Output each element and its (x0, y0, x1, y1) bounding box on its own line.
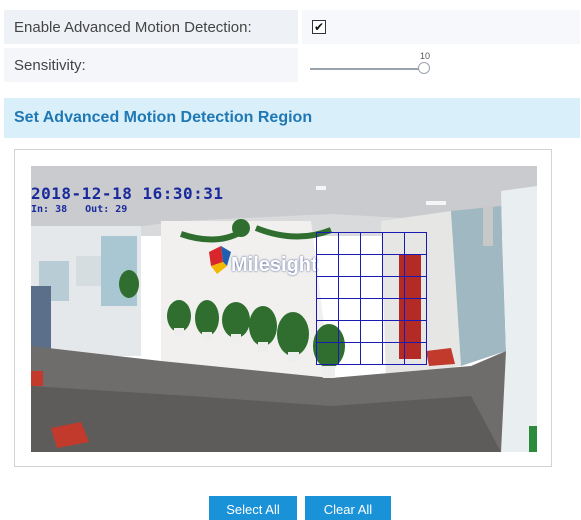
region-grid-cell[interactable] (317, 233, 339, 255)
sensitivity-value: 10 (302, 48, 580, 82)
region-grid-cell[interactable] (383, 343, 405, 365)
region-grid-cell[interactable] (383, 299, 405, 321)
enable-motion-value: ✔ (302, 10, 580, 44)
osd-out-count: Out: 29 (85, 204, 128, 215)
osd-timestamp: 2018-12-18 16:30:31 (31, 184, 224, 203)
region-actions: Select All Clear All (209, 496, 391, 520)
region-grid-cell[interactable] (383, 233, 405, 255)
camera-preview[interactable]: 2018-12-18 16:30:31 In: 38 Out: 29 Miles… (31, 166, 537, 452)
enable-motion-row: Enable Advanced Motion Detection: ✔ (4, 10, 580, 44)
region-grid-cell[interactable] (405, 233, 427, 255)
slider-track[interactable] (310, 68, 424, 70)
region-grid-cell[interactable] (317, 343, 339, 365)
check-icon: ✔ (313, 20, 325, 34)
select-all-button[interactable]: Select All (209, 496, 297, 520)
region-grid-cell[interactable] (317, 255, 339, 277)
detection-region-grid[interactable] (316, 232, 427, 365)
milesight-logo-text: Milesight (231, 254, 318, 276)
osd-people-count: In: 38 Out: 29 (31, 204, 139, 215)
sensitivity-slider[interactable]: 10 (310, 51, 430, 78)
region-grid-cell[interactable] (405, 321, 427, 343)
sensitivity-label: Sensitivity: (4, 48, 298, 82)
slider-handle[interactable] (418, 62, 430, 74)
region-grid-cell[interactable] (405, 277, 427, 299)
region-grid-cell[interactable] (361, 277, 383, 299)
enable-motion-label: Enable Advanced Motion Detection: (4, 10, 298, 44)
enable-motion-checkbox[interactable]: ✔ (312, 20, 326, 34)
region-grid-cell[interactable] (361, 343, 383, 365)
region-grid-cell[interactable] (339, 233, 361, 255)
region-grid-cell[interactable] (383, 255, 405, 277)
region-grid-cell[interactable] (317, 321, 339, 343)
region-grid-cell[interactable] (405, 343, 427, 365)
sensitivity-row: Sensitivity: 10 (4, 48, 580, 82)
region-section-title: Set Advanced Motion Detection Region (4, 98, 580, 138)
region-grid-cell[interactable] (361, 299, 383, 321)
region-grid-cell[interactable] (339, 299, 361, 321)
video-frame: 2018-12-18 16:30:31 In: 38 Out: 29 Miles… (14, 149, 552, 467)
region-grid-cell[interactable] (339, 321, 361, 343)
region-grid-cell[interactable] (361, 255, 383, 277)
region-grid-cell[interactable] (361, 233, 383, 255)
region-grid-cell[interactable] (339, 277, 361, 299)
region-grid-cell[interactable] (405, 299, 427, 321)
region-grid-cell[interactable] (317, 299, 339, 321)
region-grid-cell[interactable] (405, 255, 427, 277)
region-grid-cell[interactable] (383, 321, 405, 343)
osd-in-count: In: 38 (31, 204, 68, 215)
region-grid-cell[interactable] (339, 255, 361, 277)
region-grid-cell[interactable] (383, 277, 405, 299)
region-grid-cell[interactable] (339, 343, 361, 365)
region-grid-cell[interactable] (361, 321, 383, 343)
sensitivity-value-label: 10 (419, 51, 430, 61)
region-grid-cell[interactable] (317, 277, 339, 299)
clear-all-button[interactable]: Clear All (305, 496, 391, 520)
